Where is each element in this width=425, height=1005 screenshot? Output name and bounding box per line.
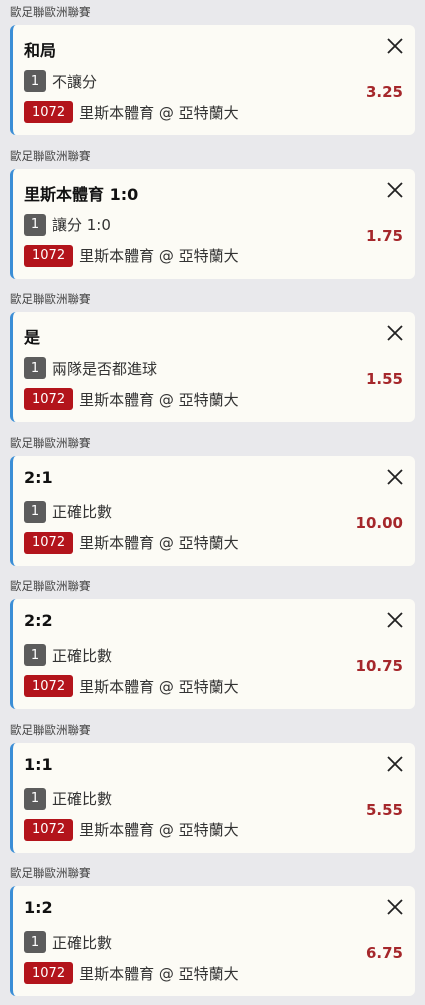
bet-card: 2:2 1 正確比數 1072 里斯本體育 @ 亞特蘭大 10.75	[10, 599, 415, 709]
market-row: 1 讓分 1:0	[24, 213, 111, 236]
league-label: 歐足聯歐洲聯賽	[10, 292, 91, 306]
event-row: 1072 里斯本體育 @ 亞特蘭大	[24, 244, 239, 267]
match-code-badge: 1072	[24, 675, 74, 697]
match-code-badge: 1072	[24, 244, 74, 267]
bet-card: 1:1 1 正確比數 1072 里斯本體育 @ 亞特蘭大 5.55	[10, 742, 415, 853]
remove-bet-button[interactable]	[385, 323, 405, 343]
match-code-badge: 1072	[24, 531, 74, 554]
market-name: 正確比數	[52, 646, 113, 665]
selection-title: 2:2	[24, 611, 53, 630]
market-row: 1 不讓分	[24, 70, 97, 92]
bet-section: 歐足聯歐洲聯賽 2:1 1 正確比數 1072 里斯本體育 @ 亞特蘭大 10.…	[0, 431, 425, 575]
close-icon	[387, 755, 403, 772]
event-name: 里斯本體育 @ 亞特蘭大	[79, 534, 239, 552]
odds-value: 10.75	[355, 657, 403, 675]
leg-badge: 1	[24, 931, 46, 953]
bet-section: 歐足聯歐洲聯賽 是 1 兩隊是否都進球 1072 里斯本體育 @ 亞特蘭大 1.…	[0, 287, 425, 431]
bet-section: 歐足聯歐洲聯賽 1:1 1 正確比數 1072 里斯本體育 @ 亞特蘭大 5.5…	[0, 718, 425, 862]
event-row: 1072 里斯本體育 @ 亞特蘭大	[24, 818, 239, 841]
leg-badge: 1	[24, 500, 46, 523]
event-name: 里斯本體育 @ 亞特蘭大	[79, 390, 239, 409]
league-label: 歐足聯歐洲聯賽	[10, 866, 91, 880]
leg-badge: 1	[24, 70, 46, 92]
market-name: 兩隊是否都進球	[52, 359, 158, 378]
bet-card: 里斯本體育 1:0 1 讓分 1:0 1072 里斯本體育 @ 亞特蘭大 1.7…	[10, 168, 415, 279]
match-code-badge: 1072	[24, 388, 74, 410]
bet-section: 歐足聯歐洲聯賽 里斯本體育 1:0 1 讓分 1:0 1072 里斯本體育 @ …	[0, 144, 425, 288]
market-name: 讓分 1:0	[52, 216, 111, 234]
leg-badge: 1	[24, 213, 46, 236]
odds-value: 3.25	[365, 83, 403, 101]
bet-card: 2:1 1 正確比數 1072 里斯本體育 @ 亞特蘭大 10.00	[10, 455, 415, 566]
event-name: 里斯本體育 @ 亞特蘭大	[79, 103, 239, 122]
remove-bet-button[interactable]	[385, 897, 405, 917]
bet-section: 歐足聯歐洲聯賽 和局 1 不讓分 1072 里斯本體育 @ 亞特蘭大 3.25	[0, 0, 425, 144]
event-row: 1072 里斯本體育 @ 亞特蘭大	[24, 531, 239, 554]
market-name: 正確比數	[52, 503, 113, 521]
market-row: 1 正確比數	[24, 931, 112, 953]
leg-badge: 1	[24, 787, 46, 810]
remove-bet-button[interactable]	[385, 610, 405, 630]
remove-bet-button[interactable]	[385, 754, 405, 774]
event-name: 里斯本體育 @ 亞特蘭大	[79, 677, 239, 696]
bet-section: 歐足聯歐洲聯賽 2:2 1 正確比數 1072 里斯本體育 @ 亞特蘭大 10.…	[0, 574, 425, 718]
odds-value: 1.55	[365, 370, 403, 388]
selection-title: 1:1	[24, 754, 53, 774]
event-row: 1072 里斯本體育 @ 亞特蘭大	[24, 962, 239, 984]
close-icon	[387, 38, 403, 54]
bet-card: 是 1 兩隊是否都進球 1072 里斯本體育 @ 亞特蘭大 1.55	[10, 312, 415, 422]
selection-title: 和局	[24, 41, 57, 60]
selection-title: 1:2	[24, 898, 53, 917]
league-label: 歐足聯歐洲聯賽	[10, 148, 91, 163]
event-row: 1072 里斯本體育 @ 亞特蘭大	[24, 101, 239, 123]
match-code-badge: 1072	[24, 962, 74, 984]
bet-card: 和局 1 不讓分 1072 里斯本體育 @ 亞特蘭大 3.25	[10, 25, 415, 135]
remove-bet-button[interactable]	[385, 467, 405, 487]
odds-value: 10.00	[355, 513, 403, 532]
selection-title: 是	[24, 328, 41, 347]
league-label: 歐足聯歐洲聯賽	[10, 435, 91, 450]
league-label: 歐足聯歐洲聯賽	[10, 5, 91, 19]
leg-badge: 1	[24, 357, 46, 379]
market-name: 正確比數	[52, 933, 113, 952]
selection-title: 里斯本體育 1:0	[24, 184, 139, 204]
event-row: 1072 里斯本體育 @ 亞特蘭大	[24, 675, 239, 697]
leg-badge: 1	[24, 644, 46, 666]
remove-bet-button[interactable]	[385, 36, 405, 56]
league-label: 歐足聯歐洲聯賽	[10, 579, 91, 593]
close-icon	[387, 181, 403, 198]
event-name: 里斯本體育 @ 亞特蘭大	[79, 247, 239, 265]
event-name: 里斯本體育 @ 亞特蘭大	[79, 964, 239, 983]
odds-value: 1.75	[365, 226, 403, 245]
league-label: 歐足聯歐洲聯賽	[10, 722, 91, 737]
market-row: 1 正確比數	[24, 500, 113, 523]
market-row: 1 正確比數	[24, 644, 112, 666]
close-icon	[387, 468, 403, 485]
close-icon	[387, 325, 403, 341]
close-icon	[387, 899, 403, 915]
bet-section: 歐足聯歐洲聯賽 1:2 1 正確比數 1072 里斯本體育 @ 亞特蘭大 6.7…	[0, 861, 425, 1005]
bet-slip-list: 歐足聯歐洲聯賽 和局 1 不讓分 1072 里斯本體育 @ 亞特蘭大 3.25 …	[0, 0, 425, 1005]
odds-value: 5.55	[365, 800, 403, 819]
match-code-badge: 1072	[24, 818, 74, 841]
match-code-badge: 1072	[24, 101, 74, 123]
market-row: 1 正確比數	[24, 787, 113, 810]
event-name: 里斯本體育 @ 亞特蘭大	[79, 821, 239, 839]
market-row: 1 兩隊是否都進球	[24, 357, 157, 379]
selection-title: 2:1	[24, 467, 53, 487]
market-name: 正確比數	[52, 790, 113, 808]
remove-bet-button[interactable]	[385, 180, 405, 200]
close-icon	[387, 612, 403, 628]
market-name: 不讓分	[52, 72, 98, 91]
bet-card: 1:2 1 正確比數 1072 里斯本體育 @ 亞特蘭大 6.75	[10, 886, 415, 996]
odds-value: 6.75	[365, 944, 403, 962]
event-row: 1072 里斯本體育 @ 亞特蘭大	[24, 388, 239, 410]
